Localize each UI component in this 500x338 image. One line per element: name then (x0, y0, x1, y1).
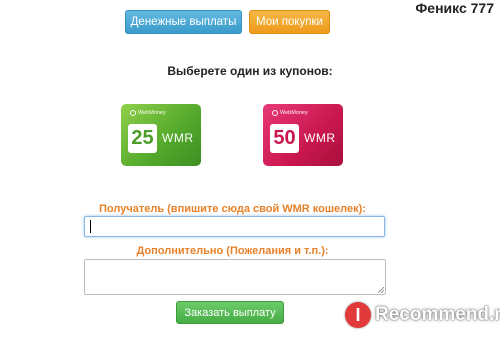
tab-payouts[interactable]: Денежные выплаты (125, 10, 242, 34)
coupon-25-wmr[interactable]: WebMoney 25 WMR (121, 104, 201, 166)
watermark-text: Recommend.ru (375, 304, 500, 325)
coupon-currency: WMR (162, 131, 194, 145)
coupon-amount: 50 (270, 124, 299, 153)
irecommend-watermark: I Recommend.ru (345, 300, 500, 330)
webmoney-globe-icon (272, 110, 278, 116)
text-caret (90, 220, 91, 234)
recipient-label: Получатель (впишите сюда свой WMR кошеле… (99, 203, 366, 215)
extra-label: Дополнительно (Пожелания и т.п.): (136, 245, 329, 257)
tab-my-purchases[interactable]: Мои покупки (249, 10, 330, 34)
webmoney-globe-icon (130, 110, 136, 116)
coupon-50-wmr[interactable]: WebMoney 50 WMR (263, 104, 343, 166)
order-payout-button[interactable]: Заказать выплату (176, 301, 284, 324)
username: Феникс 777 (415, 0, 494, 16)
wmr-wallet-input[interactable] (84, 216, 385, 237)
webmoney-brand: WebMoney (130, 110, 166, 116)
coupon-brand-label: WebMoney (138, 110, 166, 116)
coupon-choice-heading: Выберете один из купонов: (167, 64, 333, 78)
coupon-currency: WMR (304, 131, 336, 145)
coupon-amount: 25 (128, 124, 157, 153)
irecommend-logo-icon: I (345, 302, 371, 328)
resize-grip-icon[interactable] (378, 287, 384, 293)
coupon-brand-label: WebMoney (280, 110, 308, 116)
webmoney-brand: WebMoney (272, 110, 308, 116)
extra-notes-textarea[interactable] (84, 259, 386, 295)
